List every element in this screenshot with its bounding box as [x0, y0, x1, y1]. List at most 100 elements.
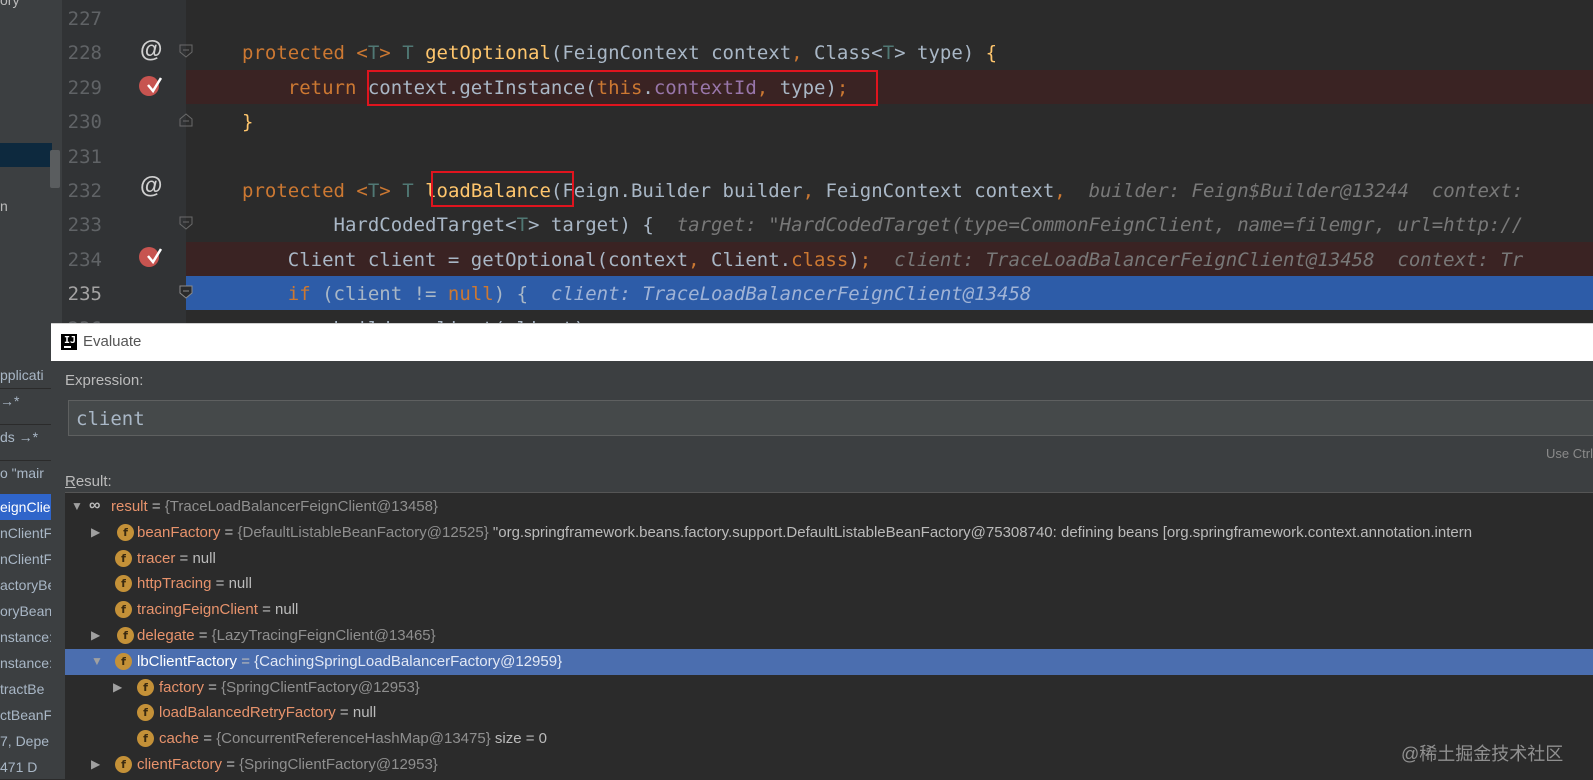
code-token: { [642, 214, 677, 237]
panel-scrollbar[interactable] [50, 150, 60, 188]
fold-collapse-icon[interactable] [178, 215, 194, 231]
code-token: class [791, 248, 849, 271]
field-icon: f [115, 575, 132, 593]
code-line[interactable]: 227 [62, 1, 1593, 35]
code-line[interactable]: 236 builder.client(client) [62, 311, 1593, 324]
equals-sign: = [211, 575, 229, 593]
code-token: , [688, 248, 712, 271]
code-line[interactable]: 234 Client client = getOptional(context,… [68, 241, 1593, 276]
tree-row-text: tracingFeignClient = null [137, 601, 298, 618]
code-line[interactable]: 231 [62, 139, 1593, 173]
fold-collapse-icon[interactable] [178, 284, 194, 300]
field-icon: f [137, 730, 154, 748]
field-icon: f [114, 625, 134, 644]
fold-collapse-icon[interactable] [178, 43, 194, 59]
equals-sign: = [222, 756, 240, 773]
tree-row-text: delegate = {LazyTracingFeignClient@13465… [137, 627, 436, 644]
tree-row[interactable]: ▼ ∞ result = {TraceLoadBalancerFeignClient… [65, 494, 1593, 520]
dialog-title-bar[interactable]: IJ Evaluate [51, 323, 1593, 361]
variable-name: beanFactory [137, 523, 221, 541]
variable-name: httpTracing [137, 575, 212, 593]
tree-row-text: loadBalancedRetryFactory = null [159, 704, 376, 721]
variable-name: delegate [137, 627, 195, 644]
equals-sign: = [204, 678, 222, 696]
panel-selected-item[interactable] [0, 143, 52, 167]
tree-row[interactable]: f cache = {ConcurrentReferenceHashMap@134… [65, 726, 1593, 752]
tree-row[interactable]: ▼ f lbClientFactory = {CachingSpringLoadBa… [65, 648, 1593, 675]
tree-row[interactable]: ▶ f delegate = {LazyTracingFeignClient@134… [65, 623, 1593, 649]
expand-arrow-icon[interactable]: ▼ [71, 499, 83, 513]
breakpoint-icon[interactable] [138, 244, 162, 268]
code-text: HardCodedTarget<T> target) { target: "Ha… [242, 214, 1524, 237]
code-line[interactable]: 233 HardCodedTarget<T> target) { target:… [62, 207, 1593, 241]
code-token: return [242, 76, 368, 99]
code-token: protected [242, 180, 357, 202]
tree-row-text: clientFactory = {SpringClientFactory@129… [137, 756, 438, 773]
intellij-logo-icon: IJ [61, 334, 77, 350]
code-token: T [402, 180, 426, 202]
code-token: ; [859, 248, 895, 271]
field-icon: f [115, 652, 132, 670]
code-token: Class [814, 42, 872, 65]
field-icon: f [137, 678, 154, 696]
panel-fragment-top: ory [0, 0, 20, 8]
equals-sign: = [147, 498, 165, 515]
code-line[interactable]: 235 if (client != null) { client: TraceL… [68, 276, 1593, 311]
code-token: < [871, 42, 883, 65]
expand-arrow-icon[interactable]: ▼ [91, 654, 103, 668]
tree-row[interactable]: f httpTracing = null [65, 571, 1593, 597]
variable-name: factory [159, 678, 205, 696]
breakpoint-icon[interactable] [138, 73, 162, 97]
code-line[interactable]: 228 protected <T> T getOptional(FeignCont… [62, 35, 1593, 69]
code-token: if [242, 283, 323, 306]
watermark: @稀土掘金技术社区 [1401, 744, 1564, 764]
code-token: T [367, 42, 380, 65]
collapse-arrow-icon[interactable]: ▶ [91, 525, 100, 539]
variable-name: lbClientFactory [137, 652, 238, 670]
code-token: ) { [493, 283, 551, 306]
line-number: 227 [67, 8, 102, 30]
fold-end-icon[interactable] [178, 112, 194, 128]
code-line[interactable]: 230} [62, 104, 1593, 138]
tree-row[interactable]: ▶ f clientFactory = {SpringClientFactory@1… [65, 752, 1593, 778]
override-marker-icon[interactable]: @ [140, 172, 162, 199]
code-token: < [356, 42, 368, 65]
code-token: > target) [528, 214, 643, 237]
code-text: Client client = getOptional(context, Cli… [242, 249, 1523, 271]
code-line[interactable]: 232 protected <T> T loadBalance(Feign.Bui… [62, 173, 1593, 207]
code-token: T [516, 214, 529, 237]
code-token: target: "HardCodedTarget(type=CommonFeig… [676, 214, 1524, 237]
evaluate-dialog: IJ Evaluate Expression: client Use Ctrl … [51, 323, 1593, 780]
variable-name: tracer [137, 549, 176, 567]
tree-row[interactable]: ▶ f factory = {SpringClientFactory@12953} [65, 675, 1593, 701]
override-marker-icon[interactable]: @ [140, 36, 162, 63]
line-number: 233 [67, 214, 102, 237]
line-number: 228 [67, 42, 102, 65]
code-editor[interactable]: 227 228 protected <T> T getOptional(FeignC… [62, 0, 1593, 324]
code-text: if (client != null) { client: TraceLoadB… [242, 283, 1032, 306]
tree-row[interactable]: f loadBalancedRetryFactory = null [65, 700, 1593, 726]
code-token: > [379, 180, 403, 202]
collapse-arrow-icon[interactable]: ▶ [91, 757, 100, 771]
code-token: ) [848, 248, 860, 271]
line-number: 235 [67, 283, 102, 306]
tree-row[interactable]: ▶ f beanFactory = {DefaultListableBeanFact… [65, 520, 1593, 546]
collapse-arrow-icon[interactable]: ▶ [113, 680, 122, 694]
tree-row-text: factory = {SpringClientFactory@12953} [159, 679, 420, 696]
equals-sign: = [257, 601, 276, 619]
tree-row[interactable]: f tracer = null [65, 546, 1593, 572]
collapse-arrow-icon[interactable]: ▶ [91, 628, 100, 642]
line-number: 229 [67, 76, 102, 99]
tree-row-text: result = {TraceLoadBalancerFeignClient@1… [111, 498, 438, 515]
variable-name: cache [159, 730, 200, 748]
expression-input[interactable]: client [68, 400, 1593, 436]
line-number: 231 [67, 145, 102, 168]
shortcut-hint: Use Ctrl [1546, 446, 1593, 461]
code-token: < [505, 214, 517, 237]
tree-row[interactable]: f tracingFeignClient = null [65, 597, 1593, 623]
code-token: T [367, 180, 380, 202]
result-tree[interactable]: ▼ ∞ result = {TraceLoadBalancerFeignClient… [65, 492, 1593, 780]
tree-row-text: lbClientFactory = {CachingSpringLoadBala… [137, 653, 562, 670]
result-label-mnemonic: R [65, 473, 76, 490]
variable-value: {TraceLoadBalancerFeignClient@13458} [164, 498, 438, 515]
